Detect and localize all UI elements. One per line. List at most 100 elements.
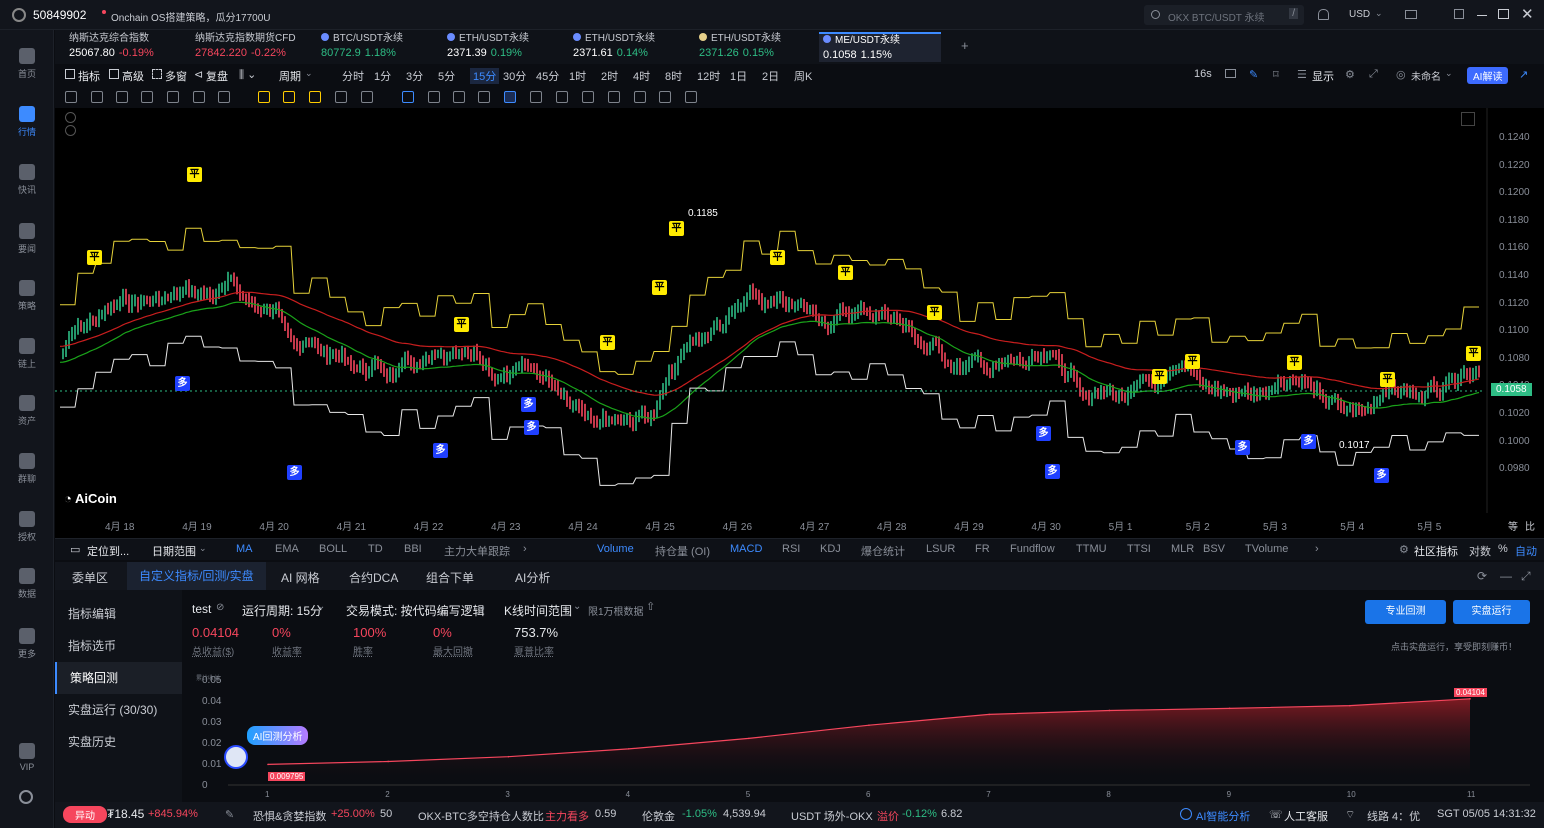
locate-button[interactable]: 定位到... bbox=[87, 543, 129, 559]
parallel-tool-icon[interactable] bbox=[116, 91, 128, 103]
close-signal-marker[interactable]: 平 bbox=[669, 221, 684, 236]
eye-icon[interactable] bbox=[582, 91, 594, 103]
percent-toggle[interactable]: % bbox=[1498, 543, 1508, 555]
redo-icon[interactable] bbox=[685, 91, 697, 103]
price-chart[interactable]: 平平平平平平平平平平平平平平多多多多多多多多多多 0.1240 0.1220 0.1… bbox=[55, 108, 1544, 538]
close-icon[interactable]: ✕ bbox=[1521, 5, 1534, 23]
interval-6[interactable]: 45分 bbox=[536, 68, 559, 84]
sub-indicator-8[interactable]: Fundflow bbox=[1010, 543, 1055, 555]
headline[interactable]: Onchain OS搭建策略，瓜分17700U bbox=[111, 9, 271, 24]
long-signal-marker[interactable]: 多 bbox=[175, 376, 190, 391]
text-tool-icon[interactable] bbox=[193, 91, 205, 103]
close-signal-marker[interactable]: 平 bbox=[87, 250, 102, 265]
sub-indicator-6[interactable]: LSUR bbox=[926, 543, 955, 555]
nav-item-3[interactable]: 实盘运行 (30/30) bbox=[55, 694, 182, 726]
usdt-otc-label[interactable]: USDT 场外-OKX bbox=[791, 808, 873, 824]
line-tool-icon[interactable] bbox=[65, 91, 77, 103]
mode-select[interactable]: 交易模式: 按代码编写逻辑 bbox=[346, 602, 485, 619]
interval-1[interactable]: 1分 bbox=[374, 68, 391, 84]
sidebar-item-11[interactable]: VIP bbox=[0, 735, 54, 787]
search-input[interactable]: OKX BTC/USDT 永续 / bbox=[1144, 5, 1304, 25]
chevron-right-icon[interactable]: › bbox=[523, 543, 527, 555]
tab-0[interactable]: 委单区 bbox=[72, 569, 108, 586]
main-indicator-0[interactable]: MA bbox=[236, 543, 253, 555]
close-signal-marker[interactable]: 平 bbox=[838, 265, 853, 280]
scale-equal-label[interactable]: 等 bbox=[1508, 518, 1518, 533]
refresh-icon[interactable]: ⟳ bbox=[1477, 569, 1487, 583]
sub-indicator-4[interactable]: KDJ bbox=[820, 543, 841, 555]
lock-icon[interactable] bbox=[530, 91, 542, 103]
pen-icon[interactable]: ✎ bbox=[1249, 68, 1258, 81]
replay-button[interactable]: 复盘 bbox=[206, 68, 228, 84]
close-signal-marker[interactable]: 平 bbox=[927, 305, 942, 320]
minimize-icon[interactable] bbox=[1477, 15, 1487, 16]
live-run-button[interactable]: 实盘运行 bbox=[1453, 600, 1530, 624]
sidebar-item-5[interactable]: 链上 bbox=[0, 330, 54, 382]
mascot-icon[interactable] bbox=[224, 745, 248, 769]
sidebar-item-2[interactable]: 快讯 bbox=[0, 156, 54, 208]
interval-11[interactable]: 12时 bbox=[697, 68, 720, 84]
tab-3[interactable]: 合约DCA bbox=[349, 569, 398, 586]
close-signal-marker[interactable]: 平 bbox=[652, 280, 667, 295]
info-icon[interactable]: ⇧ bbox=[646, 600, 655, 613]
chevron-right-icon[interactable]: › bbox=[1315, 543, 1319, 555]
interval-7[interactable]: 1时 bbox=[569, 68, 586, 84]
main-indicator-5[interactable]: 主力大单跟踪 bbox=[444, 543, 510, 559]
interval-13[interactable]: 2日 bbox=[762, 68, 779, 84]
sidebar-item-3[interactable]: 要闻 bbox=[0, 215, 54, 267]
close-signal-marker[interactable]: 平 bbox=[1380, 372, 1395, 387]
close-signal-marker[interactable]: 平 bbox=[1152, 369, 1167, 384]
main-indicator-3[interactable]: TD bbox=[368, 543, 383, 555]
alert-badge[interactable]: 异动 bbox=[63, 806, 107, 823]
community-button[interactable]: 社区指标 bbox=[1414, 543, 1458, 559]
magnet-icon[interactable] bbox=[478, 91, 490, 103]
tab-5[interactable]: AI分析 bbox=[515, 569, 550, 586]
gold-label[interactable]: 伦敦金 bbox=[642, 808, 675, 824]
interval-12[interactable]: 1日 bbox=[730, 68, 747, 84]
sidebar-item-7[interactable]: 群聊 bbox=[0, 445, 54, 497]
chart-type-icon[interactable]: ⫼ ⌄ bbox=[239, 68, 256, 82]
sidebar-item-9[interactable]: 数据 bbox=[0, 560, 54, 612]
date-range-select[interactable]: 日期范围 bbox=[152, 543, 196, 559]
close-signal-marker[interactable]: 平 bbox=[770, 250, 785, 265]
camera-icon[interactable] bbox=[1225, 69, 1236, 78]
brush-icon[interactable] bbox=[361, 91, 373, 103]
tab-4[interactable]: 组合下单 bbox=[426, 569, 474, 586]
expand-panel-icon[interactable]: ⤢ bbox=[1521, 569, 1531, 584]
sub-indicator-7[interactable]: FR bbox=[975, 543, 990, 555]
sidebar-item-8[interactable]: 授权 bbox=[0, 503, 54, 555]
long-signal-marker[interactable]: 多 bbox=[521, 397, 536, 412]
display-button[interactable]: 显示 bbox=[1312, 68, 1334, 84]
main-force-icon[interactable] bbox=[258, 91, 270, 103]
support-button[interactable]: 人工客服 bbox=[1284, 808, 1328, 824]
currency-select[interactable]: USD bbox=[1349, 9, 1370, 20]
period-select[interactable]: 周期 bbox=[279, 68, 301, 84]
main-indicator-4[interactable]: BBI bbox=[404, 543, 422, 555]
long-signal-marker[interactable]: 多 bbox=[1235, 440, 1250, 455]
close-signal-marker[interactable]: 平 bbox=[187, 167, 202, 182]
nav-item-4[interactable]: 实盘历史 bbox=[55, 726, 182, 758]
fib-tool-icon[interactable] bbox=[141, 91, 153, 103]
chart-expand-icon[interactable] bbox=[1461, 112, 1475, 126]
fear-label[interactable]: 恐惧&贪婪指数 bbox=[253, 808, 326, 824]
interval-4[interactable]: 15分 bbox=[470, 68, 500, 84]
share-icon[interactable]: ↗ bbox=[1519, 68, 1528, 81]
filter-icon[interactable] bbox=[608, 91, 620, 103]
select-icon[interactable] bbox=[402, 91, 414, 103]
multi-window-button[interactable]: 多窗 bbox=[165, 68, 187, 84]
long-signal-marker[interactable]: 多 bbox=[1045, 464, 1060, 479]
undo-icon[interactable] bbox=[659, 91, 671, 103]
ticker-tab[interactable]: 纳斯达克综合指数 25067.80 -0.19% bbox=[65, 32, 187, 62]
ticker-tab[interactable]: 纳斯达克指数期货CFD 27842.220 -0.22% bbox=[191, 32, 313, 62]
interval-0[interactable]: 分时 bbox=[342, 68, 364, 84]
nav-item-1[interactable]: 指标选币 bbox=[55, 630, 182, 662]
settings-icon[interactable] bbox=[19, 790, 33, 804]
ticker-tab[interactable]: ETH/USDT永续 2371.26 0.15% bbox=[695, 32, 817, 62]
main-indicator-1[interactable]: EMA bbox=[275, 543, 299, 555]
sidebar-item-4[interactable]: 策略 bbox=[0, 272, 54, 324]
network-line[interactable]: 线路 4：优 bbox=[1367, 808, 1420, 824]
layout-name-select[interactable]: 未命名 bbox=[1411, 68, 1441, 83]
long-signal-marker[interactable]: 多 bbox=[433, 443, 448, 458]
interval-14[interactable]: 周K bbox=[794, 68, 812, 84]
pattern-tool-icon[interactable] bbox=[167, 91, 179, 103]
